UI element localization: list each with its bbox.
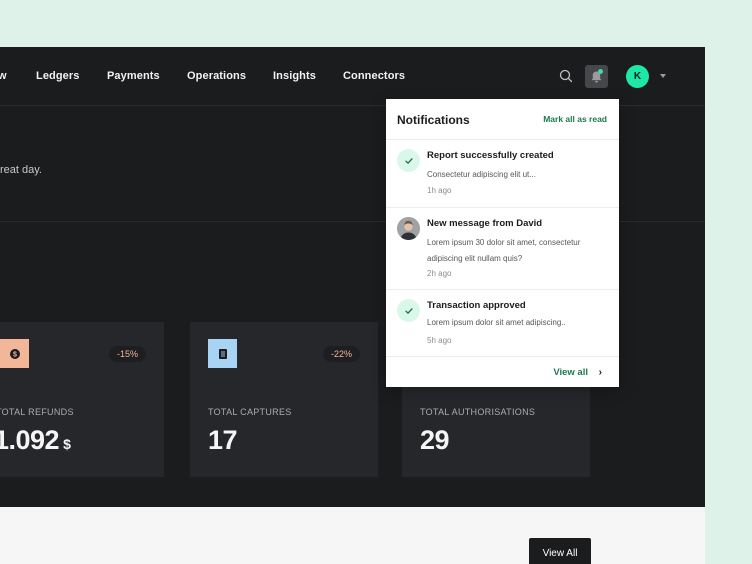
check-icon: [397, 299, 420, 322]
user-avatar[interactable]: K: [626, 65, 649, 88]
notification-title: New message from David: [427, 218, 543, 229]
search-icon[interactable]: [559, 69, 573, 83]
notification-body: Lorem ipsum 30 dolor sit amet, consectet…: [427, 238, 581, 263]
notification-title: Report successfully created: [427, 150, 554, 161]
chevron-down-icon[interactable]: [660, 74, 666, 78]
chevron-right-icon[interactable]: ›: [599, 367, 602, 378]
nav-item-insights[interactable]: Insights: [273, 70, 316, 82]
svg-text:$: $: [13, 351, 17, 358]
stat-value: 1.092 $: [0, 425, 71, 455]
notification-body: Consectetur adipiscing elit ut...: [427, 170, 536, 179]
notifications-button[interactable]: [585, 65, 608, 88]
currency-unit: $: [63, 436, 71, 452]
notification-time: 2h ago: [427, 269, 452, 278]
check-icon: [397, 149, 420, 172]
notifications-title: Notifications: [397, 113, 470, 127]
stat-card-captures: -22% TOTAL CAPTURES 17: [190, 322, 378, 477]
nav-item-payments[interactable]: Payments: [107, 70, 160, 82]
stat-value: 17: [208, 425, 238, 455]
notification-item[interactable]: Transaction approved Lorem ipsum dolor s…: [386, 290, 619, 357]
view-all-notifications-link[interactable]: View all: [553, 367, 588, 378]
notification-time: 1h ago: [427, 186, 452, 195]
nav-item-operations[interactable]: Operations: [187, 70, 246, 82]
nav-item-connectors[interactable]: Connectors: [343, 70, 405, 82]
notification-time: 5h ago: [427, 336, 452, 345]
bell-icon: [591, 71, 602, 83]
stat-card-refunds: $ -15% TOTAL REFUNDS 1.092 $: [0, 322, 164, 477]
stat-value: 29: [420, 425, 450, 455]
notification-title: Transaction approved: [427, 300, 526, 311]
mark-all-read-link[interactable]: Mark all as read: [543, 114, 607, 124]
notifications-header: Notifications Mark all as read: [386, 99, 619, 140]
top-navigation: w Ledgers Payments Operations Insights C…: [0, 47, 705, 106]
notification-body: Lorem ipsum dolor sit amet adipiscing..: [427, 318, 566, 327]
notifications-footer: View all ›: [386, 357, 619, 387]
stat-label: TOTAL AUTHORISATIONS: [420, 407, 536, 417]
notification-item[interactable]: New message from David Lorem ipsum 30 do…: [386, 208, 619, 290]
change-badge: -22%: [322, 346, 360, 362]
view-all-button[interactable]: View All: [529, 538, 591, 564]
document-icon: [208, 339, 237, 368]
unread-indicator: [598, 69, 603, 74]
greeting-text: reat day.: [0, 164, 42, 176]
stat-label: TOTAL REFUNDS: [0, 407, 74, 417]
nav-item-overview[interactable]: w: [0, 70, 7, 82]
dollar-icon: $: [0, 339, 29, 368]
nav-item-ledgers[interactable]: Ledgers: [36, 70, 80, 82]
bottom-section: [0, 507, 705, 564]
stat-label: TOTAL CAPTURES: [208, 407, 292, 417]
sender-avatar: [397, 217, 420, 240]
change-badge: -15%: [108, 346, 146, 362]
notification-item[interactable]: Report successfully created Consectetur …: [386, 140, 619, 208]
notifications-dropdown: Notifications Mark all as read Report su…: [386, 99, 619, 387]
